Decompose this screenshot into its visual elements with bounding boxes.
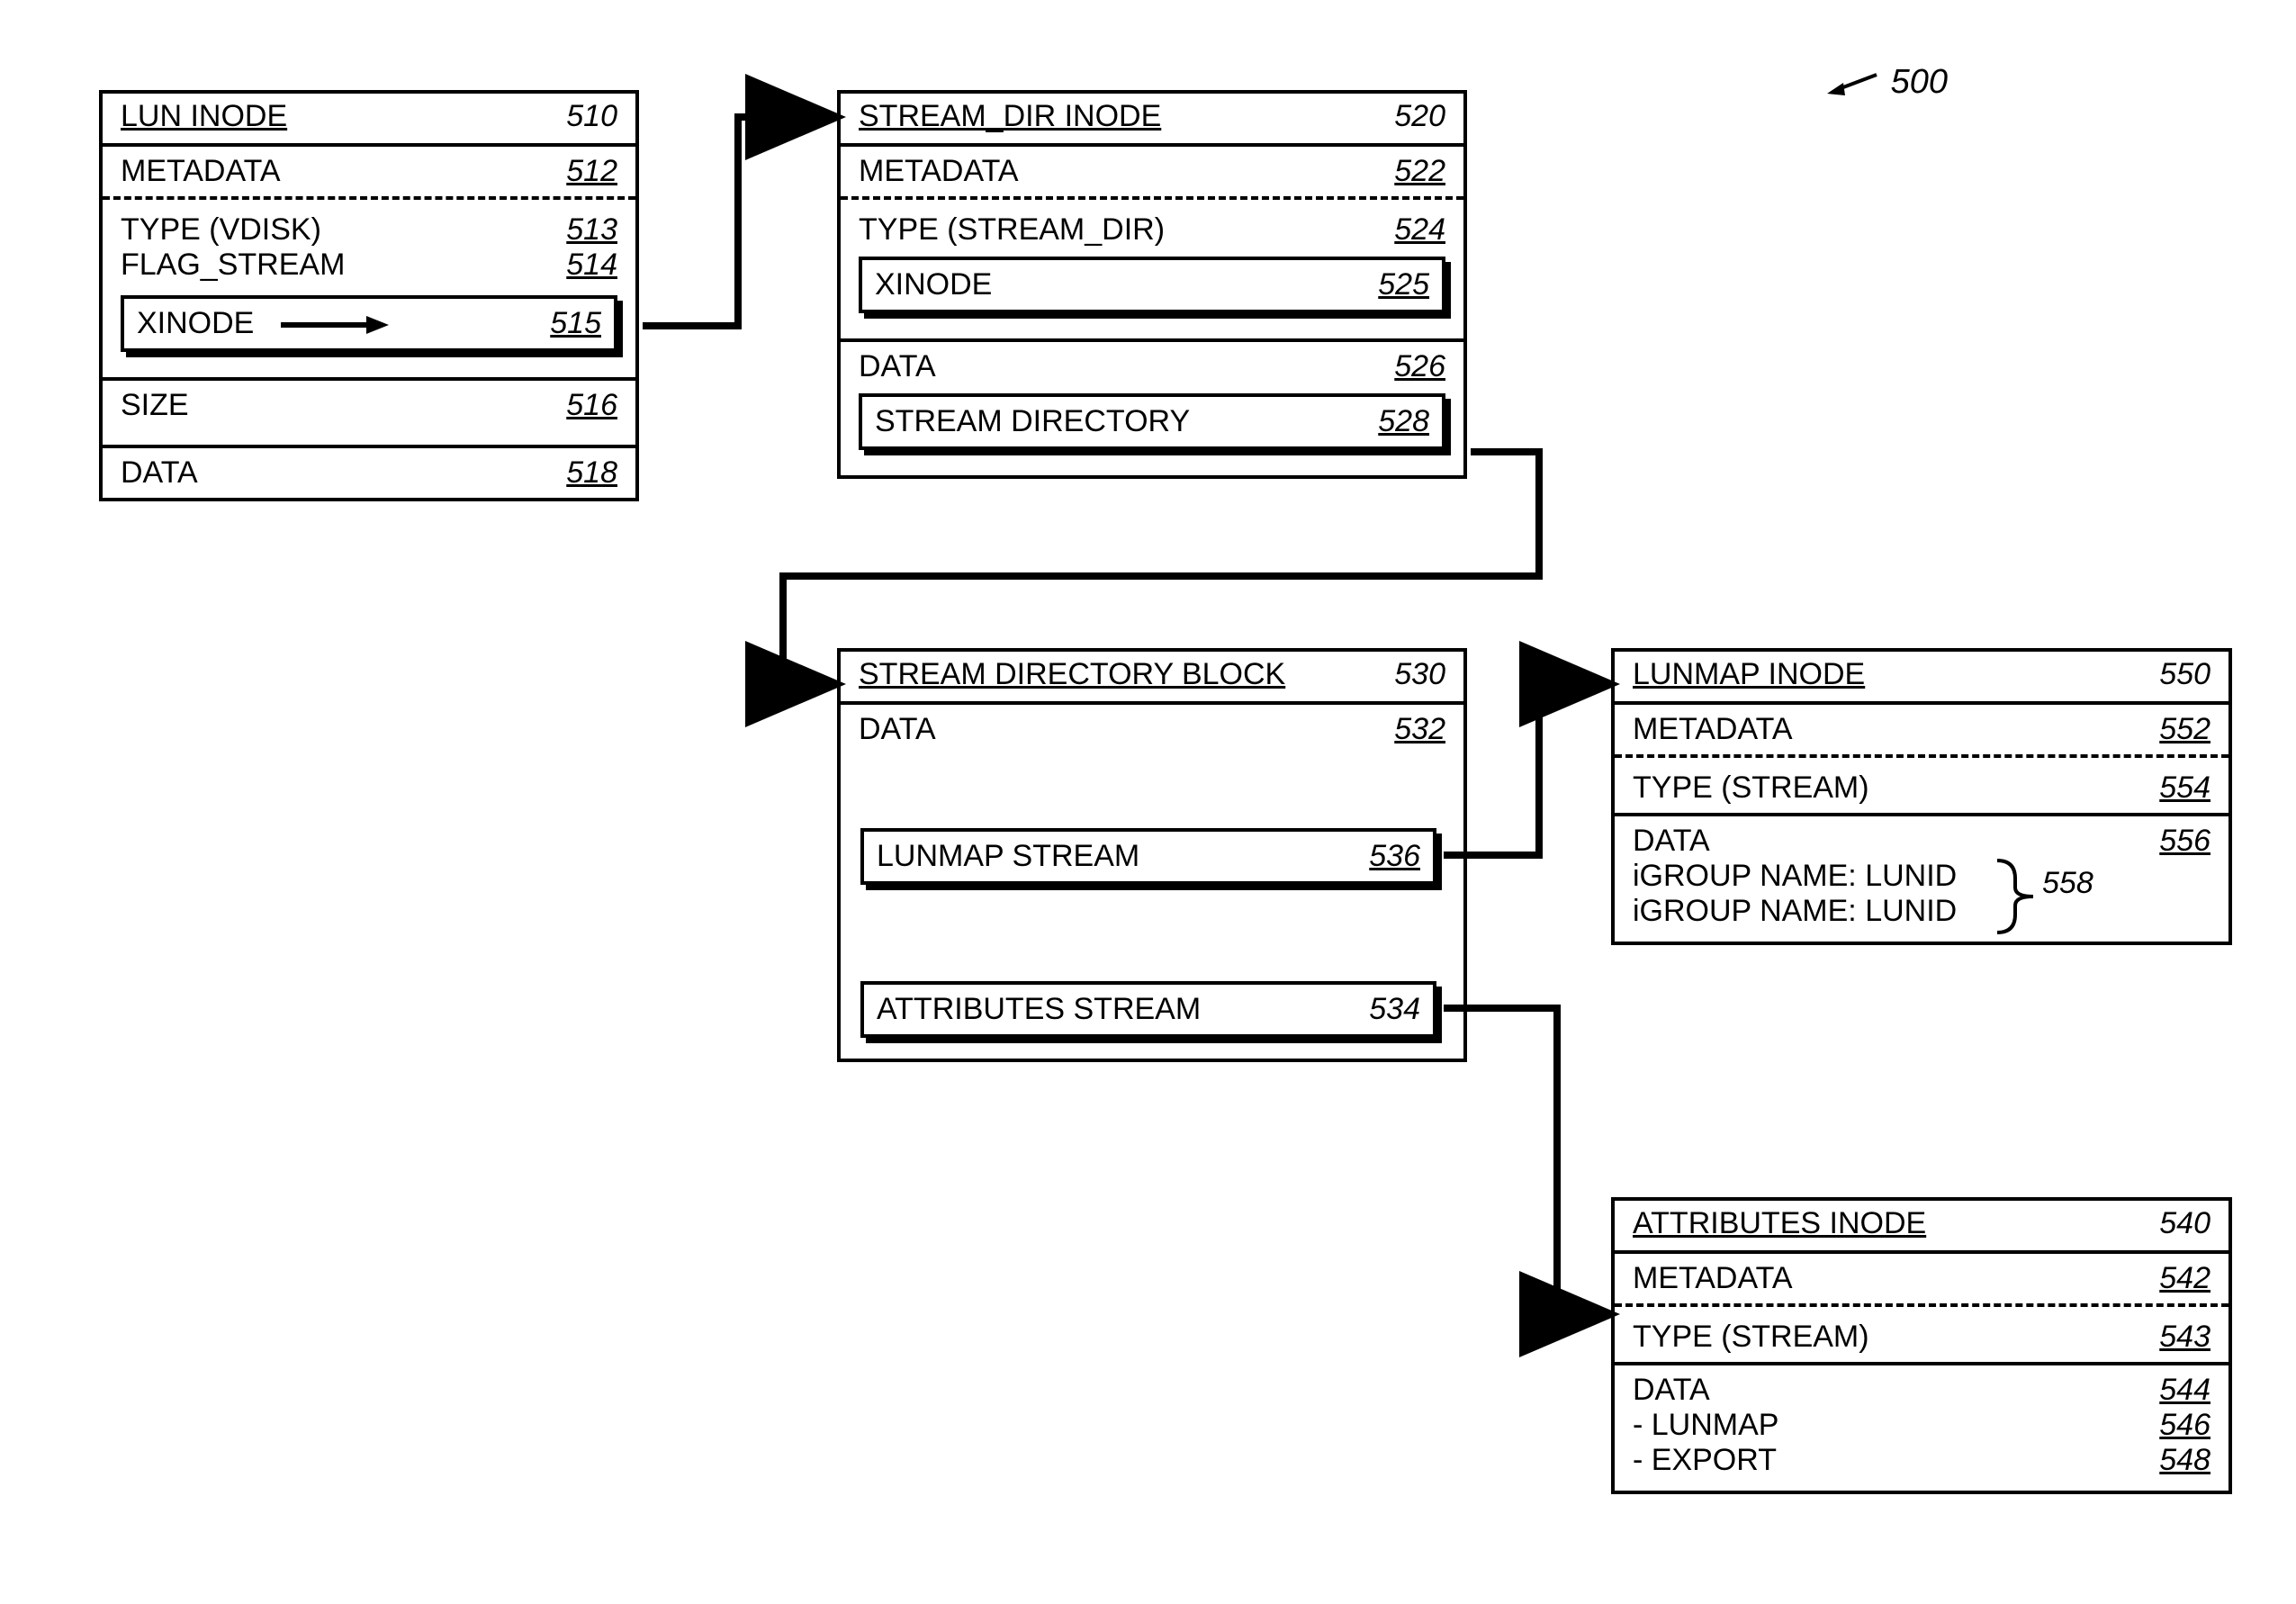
attributes-inode-block: ATTRIBUTES INODE 540 METADATA 542 TYPE (… bbox=[1611, 1197, 2232, 1494]
lunmap-inode-metadata: METADATA 552 bbox=[1615, 701, 2228, 754]
stream-dir-inode-type-section: TYPE (STREAM_DIR)524 XINODE 525 bbox=[841, 196, 1463, 338]
stream-dir-inode-streamdir-box: STREAM DIRECTORY 528 bbox=[859, 393, 1445, 450]
lun-inode-data: DATA 518 bbox=[103, 445, 635, 498]
stream-dir-inode-metadata: METADATA 522 bbox=[841, 143, 1463, 196]
lunmap-stream-box: LUNMAP STREAM 536 bbox=[860, 828, 1436, 885]
arrow-right-icon bbox=[281, 316, 389, 334]
attributes-inode-type: TYPE (STREAM) 543 bbox=[1615, 1303, 2228, 1362]
lun-inode-block: LUN INODE 510 METADATA 512 TYPE (VDISK)5… bbox=[99, 90, 639, 501]
attributes-inode-title: ATTRIBUTES INODE 540 bbox=[1615, 1201, 2228, 1250]
lunmap-inode-type: TYPE (STREAM) 554 bbox=[1615, 754, 2228, 813]
stream-dir-inode-data-section: DATA526 STREAM DIRECTORY 528 bbox=[841, 338, 1463, 475]
lun-inode-title: LUN INODE 510 bbox=[103, 94, 635, 143]
lun-inode-metadata: METADATA 512 bbox=[103, 143, 635, 196]
lunmap-inode-title: LUNMAP INODE 550 bbox=[1615, 652, 2228, 701]
lun-inode-type-section: TYPE (VDISK)513 FLAG_STREAM514 XINODE 51… bbox=[103, 196, 635, 377]
attributes-inode-data-section: DATA544 - LUNMAP546 - EXPORT548 bbox=[1615, 1362, 2228, 1491]
stream-directory-block-data: DATA 532 bbox=[841, 701, 1463, 754]
lun-inode-size: SIZE 516 bbox=[103, 377, 635, 430]
attributes-stream-box: ATTRIBUTES STREAM 534 bbox=[860, 981, 1436, 1038]
brace-icon bbox=[1993, 856, 2038, 937]
brace-num: 558 bbox=[2042, 866, 2093, 901]
lun-inode-xinode-box: XINODE 515 bbox=[121, 295, 617, 352]
figure-ref-num: 500 bbox=[1891, 63, 1948, 101]
figure-ref: 500 bbox=[1827, 63, 1948, 102]
stream-dir-inode-xinode-box: XINODE 525 bbox=[859, 257, 1445, 313]
lunmap-inode-data-section: DATA556 iGROUP NAME: LUNID iGROUP NAME: … bbox=[1615, 813, 2228, 942]
stream-dir-inode-title: STREAM_DIR INODE 520 bbox=[841, 94, 1463, 143]
lunmap-inode-block: LUNMAP INODE 550 METADATA 552 TYPE (STRE… bbox=[1611, 648, 2232, 945]
stream-directory-block-title: STREAM DIRECTORY BLOCK 530 bbox=[841, 652, 1463, 701]
stream-dir-inode-block: STREAM_DIR INODE 520 METADATA 522 TYPE (… bbox=[837, 90, 1467, 479]
attributes-inode-metadata: METADATA 542 bbox=[1615, 1250, 2228, 1303]
